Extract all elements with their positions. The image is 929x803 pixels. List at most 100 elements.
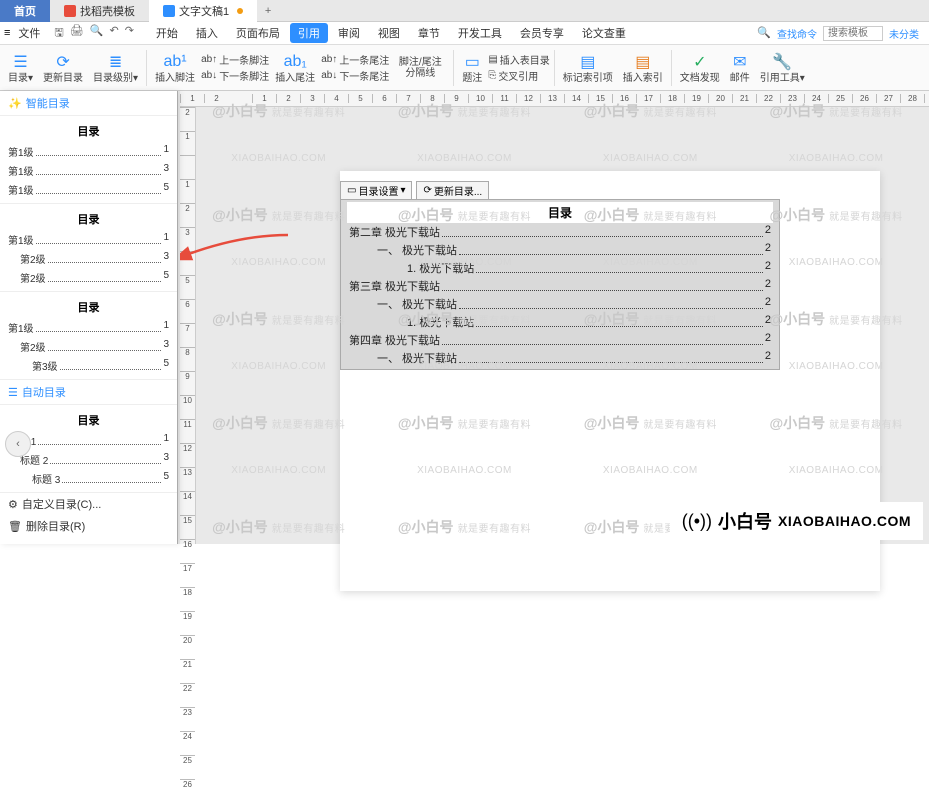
btn-prev-endnote[interactable]: ab↑上一条尾注: [321, 52, 389, 67]
next-icon: ab↓: [201, 70, 217, 81]
prev-icon: ab↑: [201, 54, 217, 65]
btn-insert-index[interactable]: ▤插入索引: [619, 51, 667, 84]
mtab-reference[interactable]: 引用: [290, 23, 328, 43]
table-icon: ▤: [488, 54, 497, 65]
undo-icon[interactable]: ↶: [109, 24, 118, 43]
quick-access-toolbar: 🖫 🖨 🔍 ↶ ↷: [48, 24, 139, 43]
redo-icon[interactable]: ↷: [125, 24, 134, 43]
tab-document[interactable]: 文字文稿1: [149, 0, 257, 22]
btn-toc[interactable]: ☰目录▾: [4, 51, 37, 84]
document-toc-field[interactable]: 目录 第二章 极光下载站2一、 极光下载站21. 极光下载站2第三章 极光下载站…: [340, 199, 780, 370]
template-search-input[interactable]: [823, 26, 883, 41]
toc-preset-2[interactable]: 目录 第1级1第2级3第2级5: [0, 204, 177, 292]
ruler-horizontal[interactable]: 1212345678910111213141516171819202122232…: [180, 91, 929, 107]
tools-icon: 🔧: [772, 51, 792, 73]
btn-next-endnote[interactable]: ab↓下一条尾注: [321, 68, 389, 83]
brand-overlay: ((•)) 小白号 XIAOBAIHAO.COM: [672, 504, 921, 538]
tab-home[interactable]: 首页: [0, 0, 50, 22]
toc-line: 第2级3: [0, 249, 177, 268]
list-icon: ☰: [8, 386, 18, 399]
doc-toc-line: 一、 极光下载站2: [347, 349, 773, 367]
save-icon[interactable]: 🖫: [54, 24, 63, 43]
menu-file[interactable]: 文件: [10, 25, 48, 41]
btn-insert-toc-table[interactable]: ▤插入表目录: [488, 52, 549, 67]
toc-line: 第1级1: [0, 318, 177, 337]
next-icon: ab↓: [321, 70, 337, 81]
delete-toc-menu[interactable]: 🗑删除目录(R): [0, 515, 177, 537]
mtab-start[interactable]: 开始: [148, 23, 186, 43]
toc-line: 标题 35: [0, 469, 177, 488]
update-toc-icon: ⟳: [56, 51, 69, 73]
btn-cross-ref[interactable]: ⎘交叉引用: [488, 68, 549, 83]
toc-preset-3[interactable]: 目录 第1级1第2级3第3级5: [0, 292, 177, 380]
toc-title: 目录: [0, 296, 177, 318]
toc-icon: ☰: [13, 51, 27, 73]
mtab-review[interactable]: 审阅: [330, 23, 368, 43]
mtab-view[interactable]: 视图: [370, 23, 408, 43]
brand-cn: 小白号: [718, 508, 772, 534]
modified-dot-icon: [237, 8, 243, 14]
toc-line: 第1级5: [0, 180, 177, 199]
btn-ref-tools[interactable]: 🔧引用工具▾: [756, 51, 809, 84]
smart-toc-header[interactable]: ✨智能目录: [0, 91, 177, 116]
btn-caption[interactable]: ▭题注: [458, 51, 486, 84]
tab-template[interactable]: 找稻壳模板: [50, 0, 149, 22]
toc-line: 第2级5: [0, 268, 177, 287]
refresh-icon: ⟳: [423, 185, 431, 196]
toc-line: 第1级3: [0, 161, 177, 180]
discover-icon: ✓: [693, 51, 706, 73]
doc-toc-line: 一、 极光下载站2: [347, 295, 773, 313]
btn-mark-index[interactable]: ▤标记索引项: [559, 51, 617, 84]
menu-search: 🔍查找命令 未分类: [757, 26, 925, 41]
insert-index-icon: ▤: [635, 51, 650, 73]
menu-bar: ≡ 文件 🖫 🖨 🔍 ↶ ↷ 开始 插入 页面布局 引用 审阅 视图 章节 开发…: [0, 22, 929, 45]
find-command-link[interactable]: 查找命令: [777, 26, 817, 41]
app-tab-bar: 首页 找稻壳模板 文字文稿1 +: [0, 0, 929, 22]
btn-insert-footnote[interactable]: ab¹插入脚注: [151, 51, 199, 84]
btn-update-toc[interactable]: ⟳更新目录: [39, 51, 87, 84]
btn-fn-en-sep[interactable]: 脚注/尾注分隔线: [391, 57, 449, 79]
toc-title: 目录: [0, 208, 177, 230]
toc-field-toolbar: ▭目录设置▾ ⟳更新目录...: [340, 181, 489, 200]
toc-settings-button[interactable]: ▭目录设置▾: [340, 181, 412, 200]
btn-next-footnote[interactable]: ab↓下一条脚注: [201, 68, 269, 83]
btn-prev-footnote[interactable]: ab↑上一条脚注: [201, 52, 269, 67]
btn-toc-level[interactable]: ≣目录级别▾: [89, 51, 142, 84]
add-tab-button[interactable]: +: [257, 5, 279, 17]
prev-icon: ab↑: [321, 54, 337, 65]
print-icon[interactable]: 🖨: [70, 24, 84, 43]
doc-toc-line: 1. 极光下载站2: [347, 259, 773, 277]
mtab-paper[interactable]: 论文查重: [574, 23, 634, 43]
unclassified-link[interactable]: 未分类: [889, 26, 919, 41]
preview-icon[interactable]: 🔍: [90, 24, 104, 43]
template-icon: [64, 5, 76, 17]
toc-line: 第3级5: [0, 356, 177, 375]
btn-insert-endnote[interactable]: ab₁插入尾注: [271, 51, 319, 84]
caption-icon: ▭: [465, 51, 480, 73]
ruler-vertical[interactable]: 2112345678910111213141516171819202122232…: [180, 107, 196, 544]
doc-toc-line: 第四章 极光下载站2: [347, 331, 773, 349]
footnote-icon: ab¹: [164, 51, 187, 73]
mtab-layout[interactable]: 页面布局: [228, 23, 288, 43]
workspace: 1212345678910111213141516171819202122232…: [0, 91, 929, 544]
update-toc-field-button[interactable]: ⟳更新目录...: [416, 181, 489, 200]
toc-line: 第1级1: [0, 142, 177, 161]
menu-tabs: 开始 插入 页面布局 引用 审阅 视图 章节 开发工具 会员专享 论文查重: [148, 23, 634, 43]
word-doc-icon: [163, 5, 175, 17]
mtab-member[interactable]: 会员专享: [512, 23, 572, 43]
mtab-insert[interactable]: 插入: [188, 23, 226, 43]
btn-mail[interactable]: ✉邮件: [726, 51, 754, 84]
gear-icon: ⚙: [8, 498, 18, 511]
collapse-panel-button[interactable]: ‹: [5, 431, 31, 457]
toc-preset-1[interactable]: 目录 第1级1第1级3第1级5: [0, 116, 177, 204]
endnote-icon: ab₁: [284, 51, 307, 73]
index-icon: ▤: [580, 51, 595, 73]
mtab-chapter[interactable]: 章节: [410, 23, 448, 43]
custom-toc-menu[interactable]: ⚙自定义目录(C)...: [0, 493, 177, 515]
ribbon: ☰目录▾ ⟳更新目录 ≣目录级别▾ ab¹插入脚注 ab↑上一条脚注 ab↓下一…: [0, 45, 929, 91]
brand-en: XIAOBAIHAO.COM: [778, 513, 911, 529]
doc-toc-line: 1. 极光下载站2: [347, 313, 773, 331]
mtab-dev[interactable]: 开发工具: [450, 23, 510, 43]
btn-doc-discover[interactable]: ✓文档发现: [676, 51, 724, 84]
toc-title: 目录: [0, 409, 177, 431]
